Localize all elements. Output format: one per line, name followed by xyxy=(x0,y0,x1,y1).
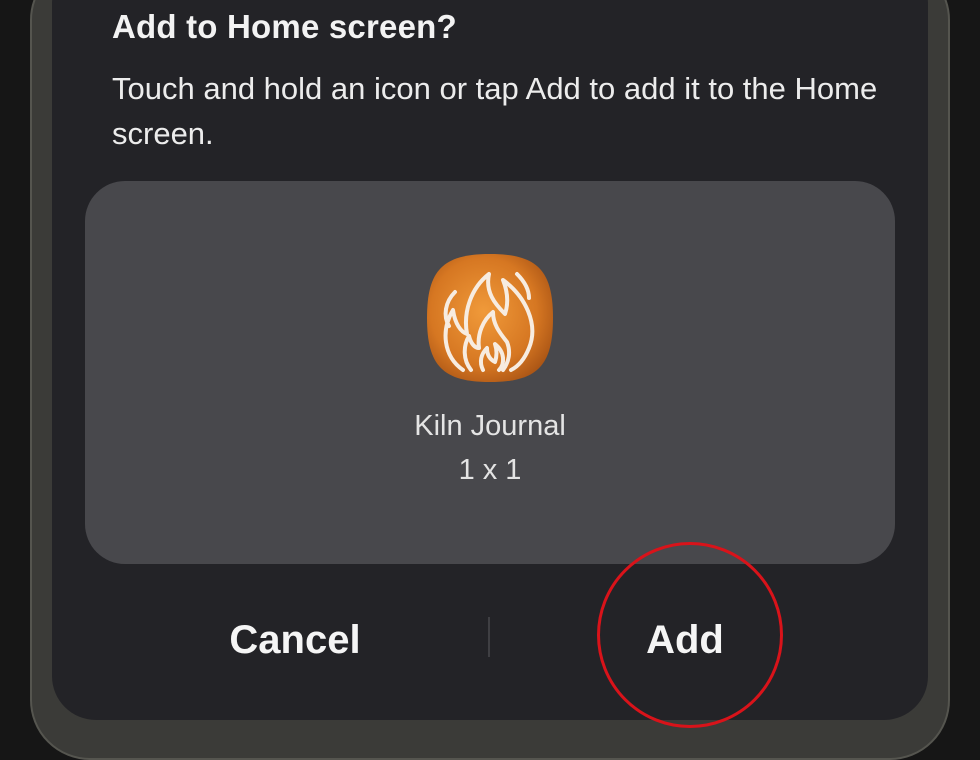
highlight-circle-annotation xyxy=(597,542,783,728)
dialog-title: Add to Home screen? xyxy=(112,8,457,45)
dialog-message: Touch and hold an icon or tap Add to add… xyxy=(112,71,878,151)
flame-icon[interactable] xyxy=(425,252,555,384)
widget-size-label: 1 x 1 xyxy=(458,454,522,486)
button-divider xyxy=(488,617,490,657)
cancel-button[interactable]: Cancel xyxy=(150,610,440,670)
app-name-label: Kiln Journal xyxy=(414,410,566,442)
